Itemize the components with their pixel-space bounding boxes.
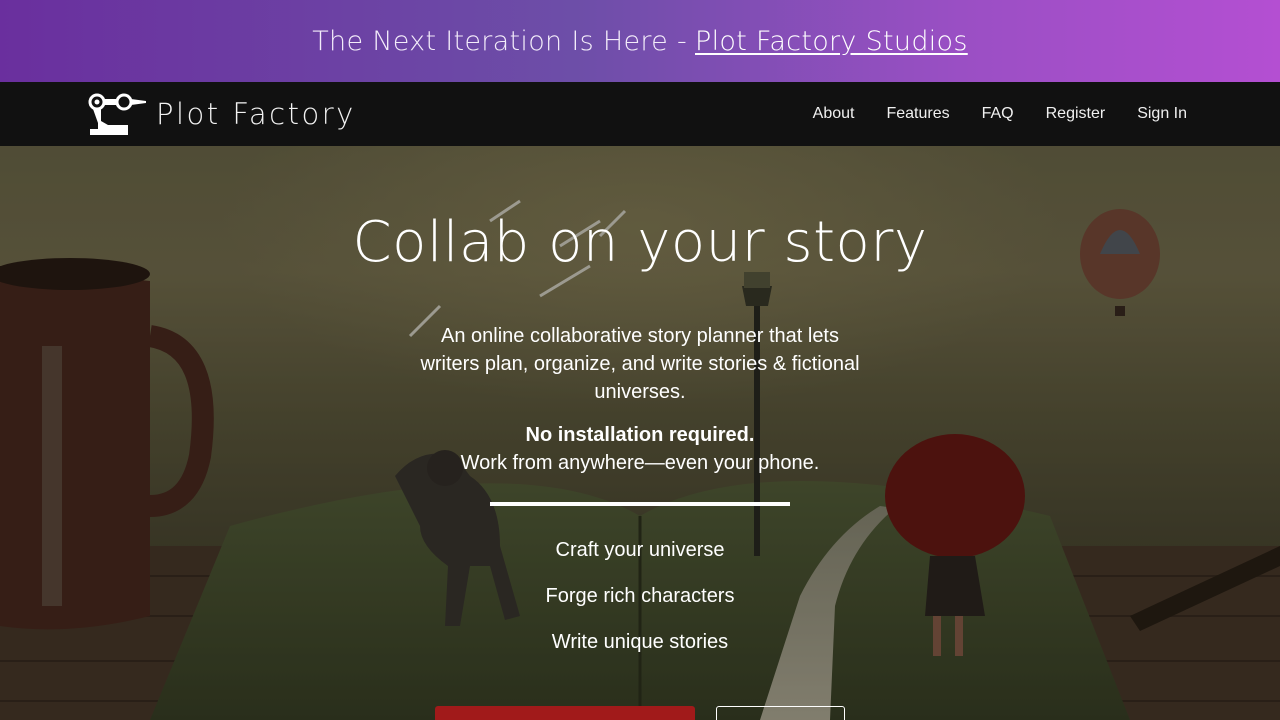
brand-name: Plot Factory [156, 97, 356, 131]
navbar: Plot Factory About Features FAQ Register… [0, 82, 1280, 146]
feature-item: Forge rich characters [545, 585, 735, 607]
nav-about-link[interactable]: About [813, 105, 855, 123]
banner-text: The Next Iteration Is Here - [312, 25, 687, 57]
nav-links: About Features FAQ Register Sign In [813, 82, 1187, 146]
hero-section: Collab on your story An online collabora… [0, 146, 1280, 720]
nav-sign-in-link[interactable]: Sign In [1137, 105, 1187, 123]
brand[interactable]: Plot Factory [88, 91, 356, 137]
hero-content: Collab on your story An online collabora… [0, 146, 1280, 720]
robot-arm-logo-icon [88, 93, 146, 135]
hero-title: Collab on your story [352, 210, 928, 275]
primary-cta-button[interactable] [435, 706, 695, 720]
nav-faq-link[interactable]: FAQ [982, 105, 1014, 123]
banner-link[interactable]: Plot Factory Studios [695, 26, 968, 57]
feature-item: Craft your universe [555, 539, 725, 561]
nav-features-link[interactable]: Features [886, 105, 949, 123]
hero-highlight: No installation required. [525, 424, 755, 446]
feature-item: Write unique stories [551, 631, 729, 653]
secondary-cta-button[interactable] [716, 706, 845, 720]
hero-divider [490, 502, 790, 506]
nav-register-link[interactable]: Register [1046, 105, 1106, 123]
hero-description: An online collaborative story planner th… [420, 325, 860, 403]
announcement-banner: The Next Iteration Is Here - Plot Factor… [0, 0, 1280, 82]
hero-subtext: Work from anywhere—even your phone. [460, 452, 820, 474]
